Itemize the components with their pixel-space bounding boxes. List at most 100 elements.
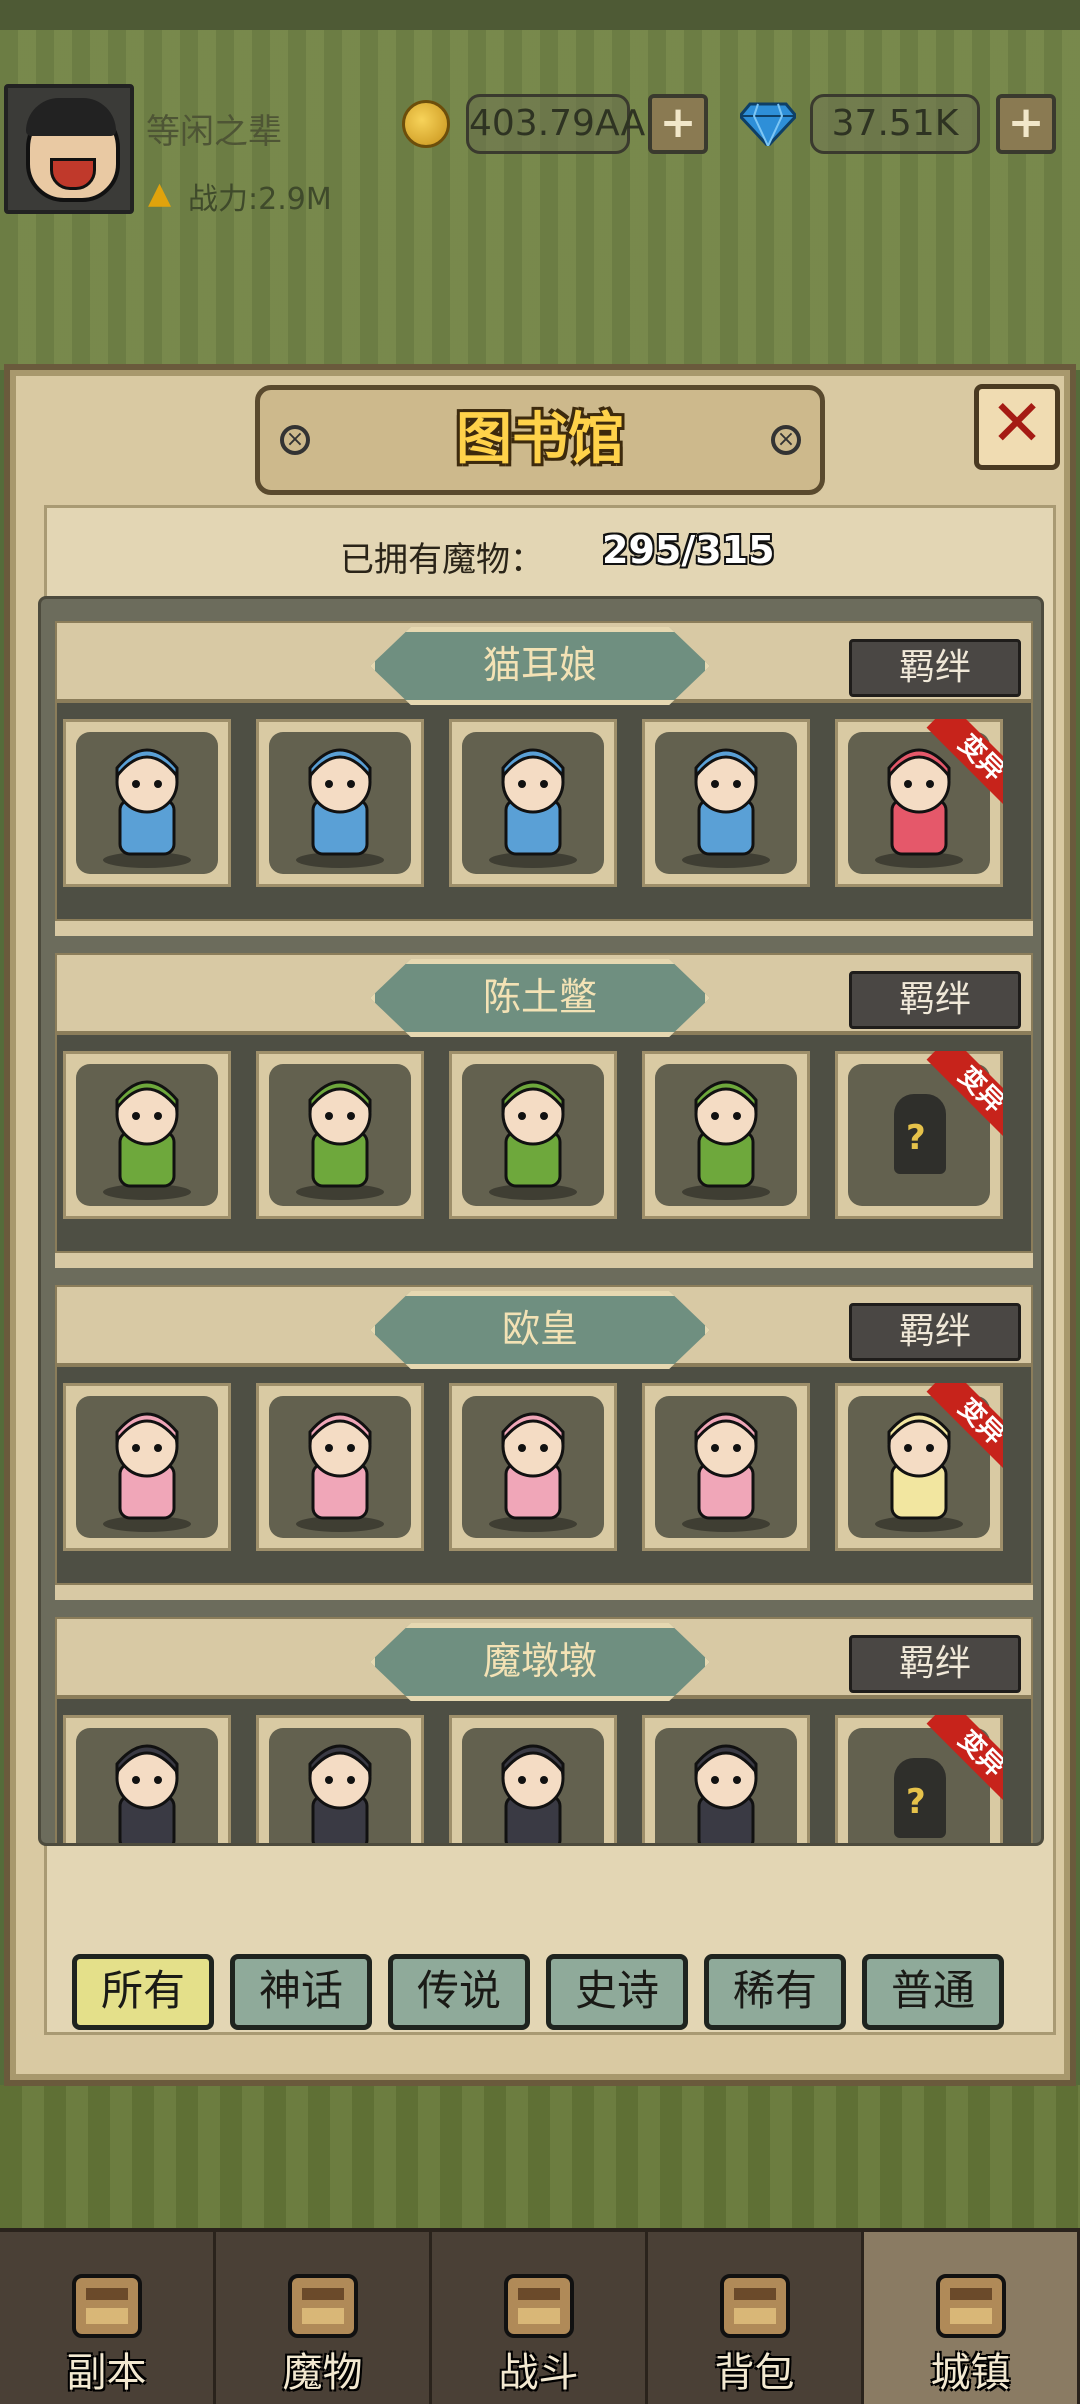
monster-card[interactable] <box>642 1715 810 1843</box>
bond-button[interactable]: 羁绊 <box>849 1635 1021 1693</box>
monster-card[interactable] <box>63 719 231 887</box>
close-button[interactable]: ✕ <box>974 384 1060 470</box>
bond-button[interactable]: 羁绊 <box>849 1303 1021 1361</box>
monster-card[interactable] <box>256 1715 424 1843</box>
diamond-icon <box>740 102 796 146</box>
monster-group: 陈土鳖 羁绊 ? 变异 <box>55 953 1033 1268</box>
monster-list[interactable]: 猫耳娘 羁绊 变异 陈土鳖 羁绊? 变异 欧皇 羁绊 变异 魔墩墩 羁绊? 变异 <box>38 596 1044 1846</box>
status-strip <box>0 0 1080 30</box>
variant-label: 变异 <box>926 719 1003 811</box>
monster-card[interactable] <box>449 1383 617 1551</box>
variant-label: 变异 <box>926 1383 1003 1475</box>
group-title: 魔墩墩 <box>370 1623 710 1701</box>
monster-group: 猫耳娘 羁绊变异 <box>55 621 1033 936</box>
monster-card[interactable] <box>63 1051 231 1219</box>
monster-card[interactable] <box>642 1383 810 1551</box>
variant-ribbon: 变异 <box>911 1715 1003 1807</box>
monster-card-portrait <box>76 1728 218 1843</box>
monster-group: 魔墩墩 羁绊 ? 变异 <box>55 1617 1033 1843</box>
nav-item-backpack[interactable]: 背包 <box>648 2232 864 2404</box>
monster-card[interactable] <box>642 719 810 887</box>
monster-sprite-icon <box>103 748 191 868</box>
monster-card[interactable] <box>63 1715 231 1843</box>
monster-sprite-icon <box>682 748 770 868</box>
monster-sprite-icon <box>489 1412 577 1532</box>
monster-card[interactable] <box>449 719 617 887</box>
library-title: 图书馆 <box>456 407 624 472</box>
add-gems-button[interactable]: + <box>996 94 1056 154</box>
filter-tab-1[interactable]: 神话 <box>230 1954 372 2030</box>
avatar-hair <box>26 98 116 136</box>
monster-card[interactable] <box>449 1715 617 1843</box>
monster-card[interactable] <box>642 1051 810 1219</box>
filter-tab-3[interactable]: 史诗 <box>546 1954 688 2030</box>
monster-card[interactable]: 变异 <box>835 719 1003 887</box>
monster-sprite-icon <box>694 1744 758 1843</box>
monster-icon <box>278 2260 368 2350</box>
group-footer <box>55 1585 1033 1600</box>
monster-sprite-icon <box>296 1412 384 1532</box>
gold-coin-icon <box>402 100 450 148</box>
monster-sprite-icon <box>103 1412 191 1532</box>
nav-item-monster[interactable]: 魔物 <box>216 2232 432 2404</box>
nav-item-swords[interactable]: 战斗 <box>432 2232 648 2404</box>
group-footer <box>55 1253 1033 1268</box>
filter-tab-2[interactable]: 传说 <box>388 1954 530 2030</box>
variant-ribbon: 变异 <box>911 1051 1003 1143</box>
monster-card[interactable]: 变异 <box>835 1383 1003 1551</box>
variant-ribbon: 变异 <box>911 1383 1003 1475</box>
monster-card[interactable] <box>63 1383 231 1551</box>
variant-ribbon: 变异 <box>911 719 1003 811</box>
monster-card[interactable]: ? 变异 <box>835 1715 1003 1843</box>
bond-button[interactable]: 羁绊 <box>849 971 1021 1029</box>
filter-tab-5[interactable]: 普通 <box>862 1954 1004 2030</box>
gold-amount: 403.79AA <box>466 94 645 154</box>
backpack-icon <box>710 2260 800 2350</box>
monster-card-portrait <box>655 1396 797 1538</box>
monster-card-portrait <box>462 1064 604 1206</box>
player-name: 等闲之辈 <box>146 112 282 152</box>
add-gold-button[interactable]: + <box>648 94 708 154</box>
owned-value: 295/315 <box>602 528 775 572</box>
filter-tab-0[interactable]: 所有 <box>72 1954 214 2030</box>
monster-card-portrait <box>655 732 797 874</box>
monster-sprite-icon <box>103 1080 191 1200</box>
nav-label: 副本 <box>66 2350 147 2396</box>
group-title: 猫耳娘 <box>370 627 710 705</box>
monster-card[interactable] <box>256 719 424 887</box>
power-icon: ▲ <box>148 176 172 211</box>
nav-label: 背包 <box>714 2350 795 2396</box>
monster-sprite-icon <box>115 1744 179 1843</box>
monster-card[interactable] <box>256 1383 424 1551</box>
monster-card-portrait <box>462 732 604 874</box>
group-title: 陈土鳖 <box>370 959 710 1037</box>
monster-card-portrait <box>76 1064 218 1206</box>
nav-label: 城镇 <box>930 2350 1011 2396</box>
bond-button[interactable]: 羁绊 <box>849 639 1021 697</box>
avatar[interactable] <box>4 84 134 214</box>
monster-card[interactable]: ? 变异 <box>835 1051 1003 1219</box>
power-value: 战力:2.9M <box>188 182 332 217</box>
monster-group: 欧皇 羁绊变异 <box>55 1285 1033 1600</box>
monster-card-portrait <box>76 732 218 874</box>
monster-card-portrait <box>76 1396 218 1538</box>
monster-card[interactable] <box>256 1051 424 1219</box>
monster-sprite-icon <box>308 1744 372 1843</box>
owned-label: 已拥有魔物： <box>340 540 544 580</box>
nav-item-town[interactable]: 城镇 <box>864 2232 1080 2404</box>
group-title: 欧皇 <box>370 1291 710 1369</box>
monster-card-portrait <box>462 1396 604 1538</box>
nav-label: 战斗 <box>498 2350 579 2396</box>
nav-item-map[interactable]: 副本 <box>0 2232 216 2404</box>
monster-sprite-icon <box>296 1080 384 1200</box>
monster-sprite-icon <box>489 1080 577 1200</box>
monster-card-portrait <box>655 1728 797 1843</box>
monster-sprite-icon <box>296 748 384 868</box>
background-bottom <box>0 2085 1080 2230</box>
monster-card-portrait <box>269 732 411 874</box>
monster-card-portrait <box>269 1064 411 1206</box>
variant-label: 变异 <box>926 1715 1003 1807</box>
town-icon <box>926 2260 1016 2350</box>
monster-card[interactable] <box>449 1051 617 1219</box>
filter-tab-4[interactable]: 稀有 <box>704 1954 846 2030</box>
